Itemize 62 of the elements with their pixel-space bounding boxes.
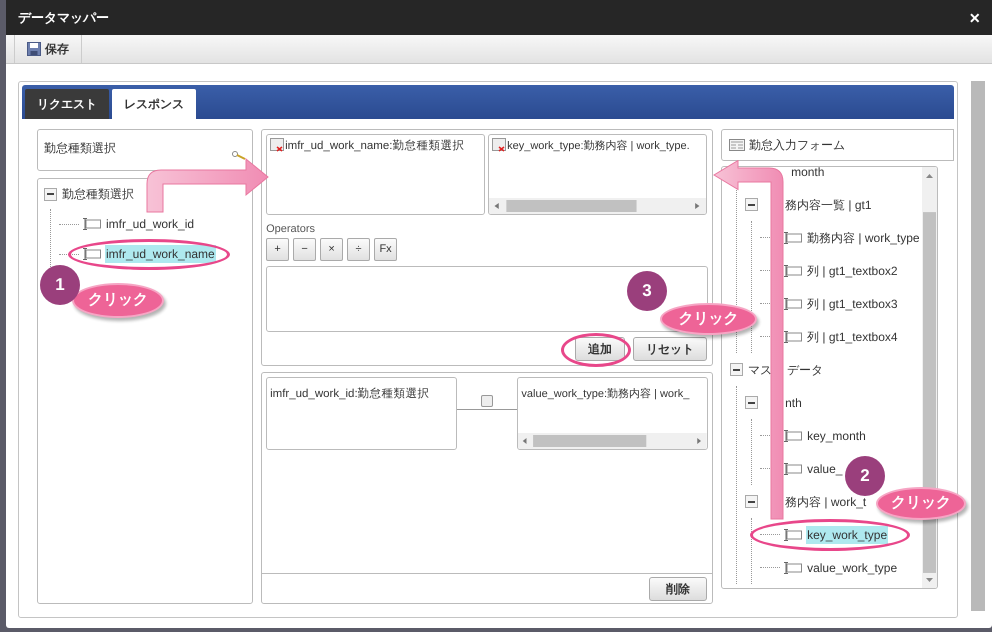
tree-item[interactable]: imfr_ud_work_id <box>105 215 196 233</box>
operators-label: Operators <box>266 222 316 237</box>
operator-button[interactable]: − <box>293 238 316 262</box>
field-icon <box>784 232 802 244</box>
delete-button[interactable]: 削除 <box>649 576 708 600</box>
scrollbar[interactable] <box>971 81 985 611</box>
broken-image-icon <box>492 138 506 152</box>
collapse-toggle[interactable] <box>745 495 758 508</box>
operator-button[interactable]: Fx <box>374 238 398 262</box>
collapse-toggle[interactable] <box>44 188 57 200</box>
form-icon <box>729 139 746 151</box>
field-icon <box>784 430 802 442</box>
tree-item[interactable]: 列 | gt1_textbox4 <box>806 328 899 346</box>
operator-button[interactable]: ÷ <box>347 238 370 262</box>
key-icon <box>232 151 248 161</box>
collapse-toggle[interactable] <box>745 396 758 409</box>
tree-item[interactable]: 勤怠種類選択 <box>61 185 135 203</box>
tab[interactable]: リクエスト <box>25 89 109 119</box>
field-icon <box>784 528 802 540</box>
broken-image-icon <box>270 138 284 152</box>
operator-button[interactable]: + <box>266 238 290 262</box>
field-label: key_work_type:勤務内容 | work_type. <box>507 138 690 154</box>
field-label: imfr_ud_work_id:勤怠種類選択 <box>270 388 430 400</box>
field-icon <box>784 462 802 474</box>
tree-item[interactable]: 列 | gt1_textbox2 <box>806 262 899 280</box>
field-label: value_work_type:勤務内容 | work_ <box>521 388 690 400</box>
tab[interactable]: レスポンス <box>112 89 196 119</box>
field-icon <box>83 218 101 230</box>
checkbox[interactable] <box>481 394 494 406</box>
save-button[interactable]: 保存 <box>14 35 82 63</box>
collapse-toggle[interactable] <box>730 363 744 376</box>
scrollbar[interactable] <box>922 167 938 588</box>
field-icon <box>784 562 802 574</box>
tree-item[interactable]: key_work_type <box>806 526 888 544</box>
tree-item[interactable]: imfr_ud_work_name <box>105 245 216 263</box>
tree-item[interactable]: データ <box>786 360 824 378</box>
add-button[interactable]: 追加 <box>575 337 626 361</box>
tree-item[interactable]: key_month <box>806 426 867 444</box>
tree-item[interactable]: 勤務内容 | work_type <box>806 228 921 246</box>
field-icon <box>784 264 802 276</box>
field-icon <box>83 248 101 260</box>
tree-item[interactable]: 列 | gt1_textbox3 <box>806 294 899 312</box>
tree-item[interactable]: マス <box>747 360 774 378</box>
reset-button[interactable]: リセット <box>633 337 708 361</box>
collapse-toggle[interactable] <box>745 198 758 211</box>
scrollbar[interactable] <box>489 198 706 214</box>
operator-button[interactable]: × <box>320 238 344 262</box>
tree-item[interactable]: nth <box>784 394 803 412</box>
field-label: imfr_ud_work_name:勤怠種類選択 <box>285 138 464 154</box>
expression-field[interactable] <box>266 266 708 332</box>
scrollbar[interactable] <box>518 433 708 449</box>
target-title: 勤怠入力フォーム <box>749 137 846 154</box>
source-title: 勤怠種類選択 <box>44 141 116 155</box>
tree-item[interactable]: value_work_type <box>806 558 898 576</box>
tree-item[interactable]: 務内容一覧 | gt1 <box>784 196 873 214</box>
highlight-ring <box>561 333 631 367</box>
close-button[interactable]: × <box>969 8 980 26</box>
window-title: データマッパー <box>18 8 109 27</box>
tree-item[interactable]: value_ <box>806 460 844 478</box>
tree-item[interactable]: month <box>790 167 826 180</box>
field-icon <box>784 330 802 342</box>
field-icon <box>784 298 802 310</box>
